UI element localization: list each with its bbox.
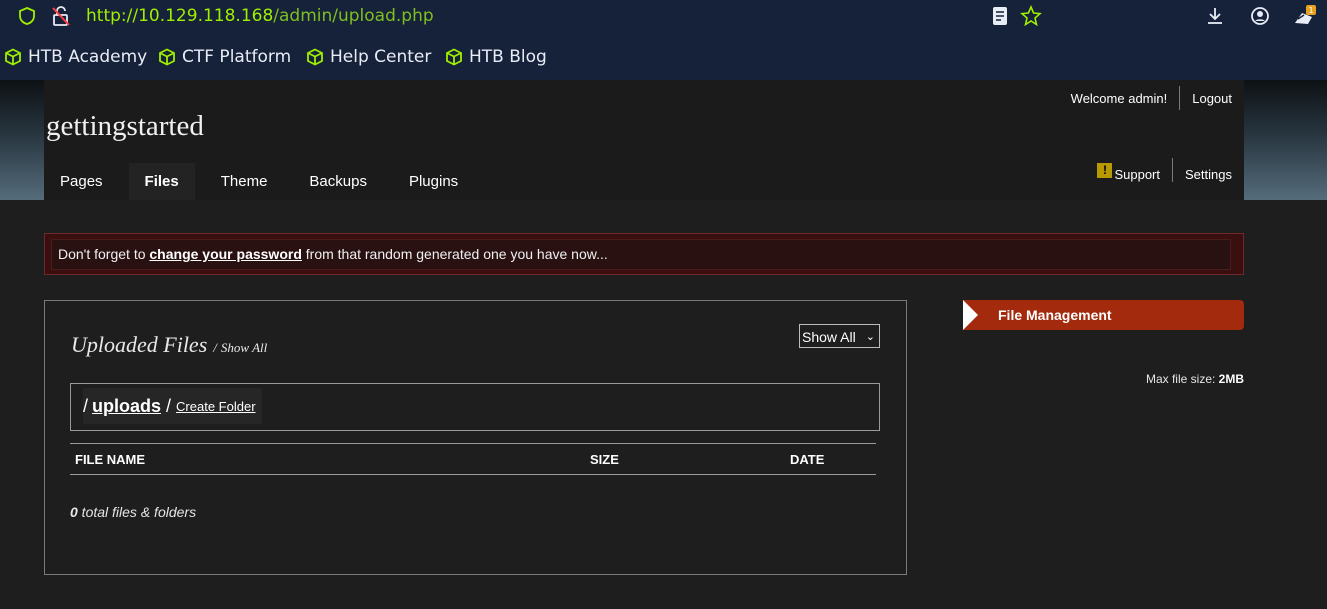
create-folder-link[interactable]: Create Folder (176, 399, 255, 414)
uploaded-files-heading: Uploaded Files (71, 332, 208, 357)
file-filter-select[interactable]: Show All ⌄ (799, 324, 880, 348)
column-date[interactable]: DATE (790, 452, 824, 467)
support-link[interactable]: Support (1114, 167, 1160, 182)
bookmark-label: HTB Academy (28, 47, 148, 67)
change-password-link[interactable]: change your password (149, 246, 301, 262)
welcome-text: Welcome admin! (1070, 90, 1168, 106)
account-icon[interactable] (1249, 5, 1271, 27)
site-title[interactable]: gettingstarted (46, 110, 204, 143)
files-count-suffix: total files & folders (77, 504, 197, 520)
browser-url-bar: http://10.129.118.168/admin/upload.php 1 (0, 0, 1327, 33)
url-path: /admin/upload.php (273, 6, 434, 26)
shield-icon[interactable] (17, 6, 37, 26)
tab-theme[interactable]: Theme (205, 163, 284, 200)
warning-icon: ! (1097, 163, 1113, 178)
title-separator: / (213, 340, 217, 355)
user-menu: Welcome admin! Logout (1071, 86, 1232, 110)
notice-text: Don't forget to change your password fro… (58, 246, 608, 262)
tab-plugins[interactable]: Plugins (393, 163, 474, 200)
hackthebox-cube-icon (307, 48, 323, 66)
address-bar[interactable]: http://10.129.118.168/admin/upload.php (86, 6, 434, 26)
chevron-down-icon: ⌄ (865, 331, 875, 343)
notice-before: Don't forget to (58, 246, 150, 262)
tab-pages[interactable]: Pages (44, 163, 119, 200)
breadcrumb: / uploads / Create Folder (83, 388, 262, 424)
bookmark-help-center[interactable]: Help Center (306, 46, 431, 68)
bookmark-htb-blog[interactable]: HTB Blog (445, 46, 547, 68)
filter-value: Show All (802, 329, 856, 345)
hackthebox-cube-icon (5, 48, 21, 66)
column-size[interactable]: SIZE (590, 452, 619, 467)
arrow-notch (963, 300, 978, 330)
files-count-summary: 0 total files & folders (70, 504, 196, 520)
bookmark-star-icon[interactable] (1020, 5, 1042, 27)
folder-path-bar: / uploads / Create Folder (70, 383, 880, 431)
tab-backups[interactable]: Backups (293, 163, 383, 200)
bookmark-label: Help Center (330, 47, 432, 67)
file-management-button[interactable]: File Management (963, 300, 1244, 330)
path-root-slash: / (83, 395, 89, 416)
divider (1179, 86, 1181, 110)
password-notice: Don't forget to change your password fro… (44, 233, 1244, 275)
max-file-size: Max file size: 2MB (1146, 372, 1244, 386)
hackthebox-cube-icon (446, 48, 462, 66)
insecure-lock-icon[interactable] (50, 5, 72, 27)
bookmark-label: CTF Platform (182, 47, 292, 67)
settings-link[interactable]: Settings (1185, 167, 1232, 182)
support-settings-menu: ! Support Settings (1097, 158, 1232, 182)
tab-files[interactable]: Files (128, 163, 195, 200)
admin-nav-tabs: Pages Files Theme Backups Plugins (44, 163, 484, 200)
bookmark-ctf-platform[interactable]: CTF Platform (158, 46, 291, 68)
bookmark-htb-academy[interactable]: HTB Academy (4, 46, 147, 68)
hackthebox-cube-icon (159, 48, 175, 66)
download-icon[interactable] (1204, 5, 1226, 27)
files-table-header: FILE NAME SIZE DATE (70, 443, 876, 475)
bookmarks-bar: HTB Academy CTF Platform Help Center HTB… (0, 33, 1327, 80)
uploaded-files-panel: Uploaded Files / Show All Show All ⌄ / upl… (44, 300, 907, 575)
url-host: http://10.129.118.168 (86, 6, 274, 26)
column-file-name[interactable]: FILE NAME (75, 452, 145, 467)
logout-link[interactable]: Logout (1192, 91, 1232, 106)
extension-icon[interactable]: 1 (1292, 5, 1318, 27)
uploads-folder-link[interactable]: uploads (92, 396, 161, 417)
panel-title: Uploaded Files / Show All (71, 332, 267, 358)
site-header: gettingstarted Welcome admin! Logout Pag… (44, 80, 1244, 200)
path-separator: / (166, 395, 172, 416)
file-management-label: File Management (998, 307, 1112, 323)
divider (1172, 158, 1174, 182)
reader-view-icon[interactable] (990, 5, 1012, 27)
max-size-value: 2MB (1218, 372, 1244, 386)
notice-after: from that random generated one you have … (301, 246, 608, 262)
max-size-label: Max file size: (1145, 372, 1219, 386)
download-badge: 1 (1308, 6, 1313, 15)
show-all-link[interactable]: Show All (221, 340, 267, 355)
files-count: 0 (70, 504, 78, 520)
bookmark-label: HTB Blog (469, 47, 547, 67)
